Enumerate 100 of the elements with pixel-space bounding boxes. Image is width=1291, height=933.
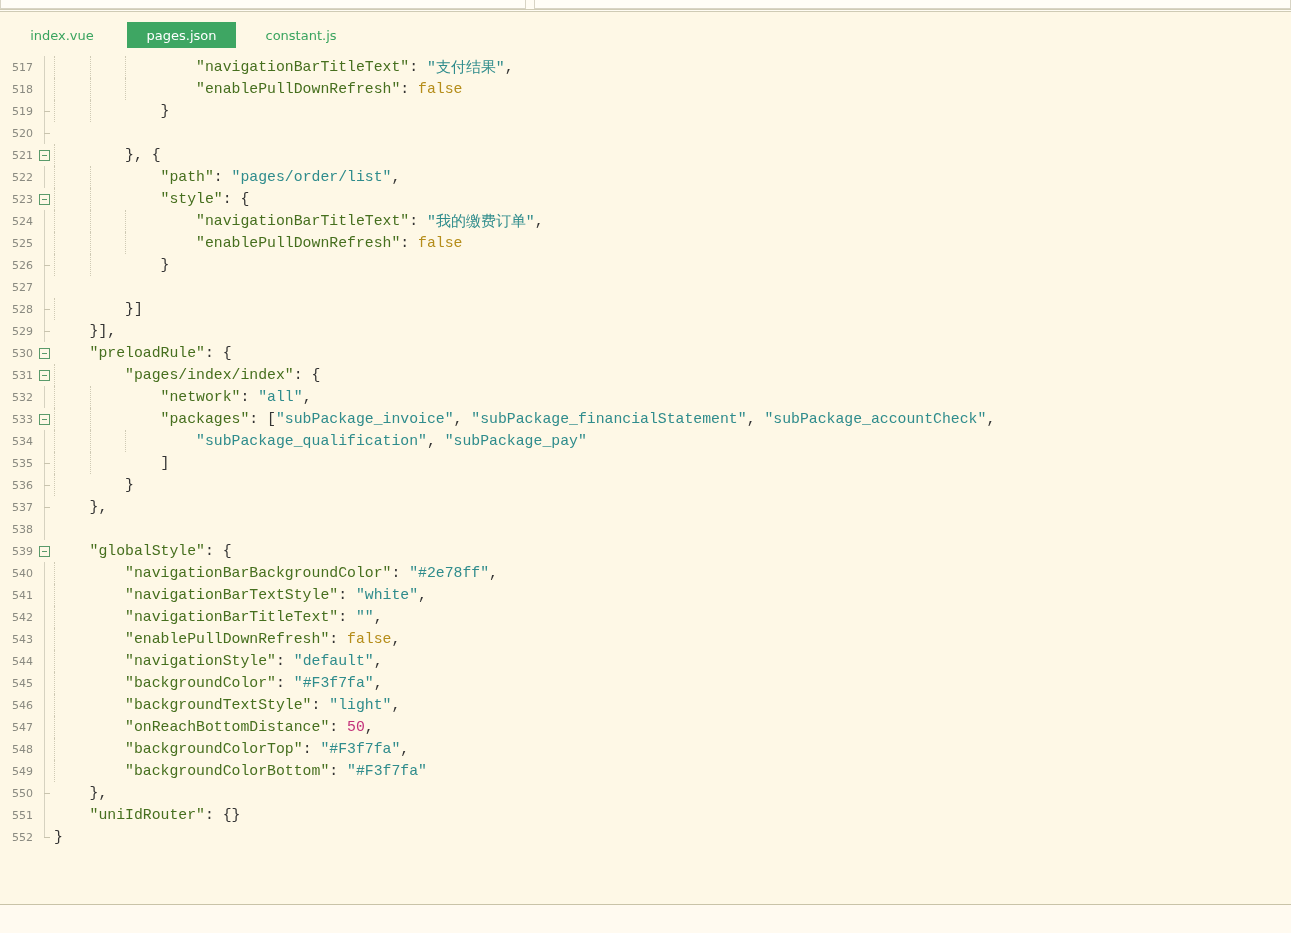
json-punctuation: : <box>329 763 340 779</box>
line-number: 523 <box>11 192 33 206</box>
json-string: "#F3f7fa" <box>293 675 374 691</box>
line-number: 517 <box>11 60 33 74</box>
line-number: 521 <box>11 148 33 162</box>
line-number: 550 <box>11 786 33 800</box>
json-punctuation: , <box>364 719 374 735</box>
line-number: 526 <box>11 258 33 272</box>
json-key: "navigationBarTextStyle" <box>125 587 339 603</box>
json-punctuation: , <box>373 609 383 625</box>
line-number: 534 <box>11 434 33 448</box>
line-number: 535 <box>11 456 33 470</box>
json-punctuation: , <box>391 697 401 713</box>
line-number: 520 <box>11 126 33 140</box>
json-string: "我的缴费订单" <box>426 212 535 231</box>
json-key: "enablePullDownRefresh" <box>196 81 401 97</box>
file-tab[interactable]: pages.json <box>127 22 236 48</box>
json-punctuation: , <box>418 587 427 603</box>
json-string: "" <box>355 609 374 625</box>
json-punctuation: : { <box>293 367 321 383</box>
collapse-icon[interactable] <box>39 193 50 205</box>
json-string: "#F3f7fa" <box>320 741 401 757</box>
line-number: 529 <box>11 324 33 338</box>
json-punctuation: : { <box>204 345 232 361</box>
search-field[interactable] <box>534 0 1291 9</box>
json-punctuation: ] <box>160 455 170 471</box>
json-punctuation: : <box>276 675 286 691</box>
json-key: "globalStyle" <box>89 543 205 559</box>
json-key: "enablePullDownRefresh" <box>196 235 401 251</box>
json-punctuation: , <box>426 433 437 449</box>
line-number: 532 <box>11 390 33 404</box>
line-number: 537 <box>11 500 33 514</box>
line-number: 518 <box>11 82 33 96</box>
json-string: "subPackage_financialStatement" <box>471 411 747 427</box>
line-number: 552 <box>11 830 33 844</box>
collapse-icon[interactable] <box>39 347 50 359</box>
json-punctuation: , <box>986 411 996 427</box>
json-key: "pages/index/index" <box>125 367 294 383</box>
line-number: 519 <box>11 104 33 118</box>
json-punctuation: : <box>276 653 286 669</box>
line-number: 551 <box>11 808 33 822</box>
json-key: "navigationBarBackgroundColor" <box>125 565 392 581</box>
json-punctuation: } <box>54 829 63 845</box>
line-number: 547 <box>11 720 33 734</box>
json-boolean: false <box>418 235 463 251</box>
json-punctuation: : { <box>222 191 250 207</box>
json-string: "all" <box>258 389 303 405</box>
json-punctuation: } <box>160 257 170 273</box>
collapse-icon[interactable] <box>39 413 50 425</box>
json-string: "light" <box>329 697 392 713</box>
json-punctuation: : <box>338 587 349 603</box>
json-string: "#F3f7fa" <box>347 763 427 779</box>
json-number: 50 <box>347 719 365 735</box>
json-punctuation: , <box>746 411 757 427</box>
json-string: "subPackage_pay" <box>444 433 587 449</box>
json-punctuation: , <box>400 741 410 757</box>
line-number: 536 <box>11 478 33 492</box>
json-punctuation: : <box>338 609 349 625</box>
json-key: "onReachBottomDistance" <box>125 719 330 735</box>
collapse-icon[interactable] <box>39 545 50 557</box>
json-punctuation: , <box>534 213 544 229</box>
json-punctuation: : <box>213 169 224 185</box>
json-key: "network" <box>160 389 241 405</box>
file-tab[interactable]: index.vue <box>14 22 110 48</box>
json-boolean: false <box>418 81 463 97</box>
json-punctuation: } <box>125 477 134 493</box>
line-number: 524 <box>11 214 33 228</box>
json-punctuation: , <box>391 631 401 647</box>
json-punctuation: , <box>373 653 383 669</box>
line-number: 544 <box>11 654 33 668</box>
collapse-icon[interactable] <box>39 369 50 381</box>
line-number: 543 <box>11 632 33 646</box>
json-string: "default" <box>293 653 374 669</box>
json-string: "white" <box>355 587 419 603</box>
json-punctuation: , <box>504 59 514 75</box>
json-key: "backgroundTextStyle" <box>125 697 312 713</box>
line-number: 533 <box>11 412 33 426</box>
line-number: 530 <box>11 346 33 360</box>
json-key: "backgroundColorBottom" <box>125 763 330 779</box>
json-boolean: false <box>347 631 392 647</box>
json-punctuation: : <box>409 59 420 75</box>
json-punctuation: , <box>453 411 464 427</box>
collapse-icon[interactable] <box>39 149 50 161</box>
json-string: "#2e78ff" <box>409 565 490 581</box>
json-punctuation: : <box>329 631 340 647</box>
line-number: 539 <box>11 544 33 558</box>
json-string: "支付结果" <box>426 58 505 77</box>
line-number: 545 <box>11 676 33 690</box>
json-punctuation: , <box>302 389 312 405</box>
line-number: 548 <box>11 742 33 756</box>
file-tab[interactable]: constant.js <box>253 22 349 48</box>
json-key: "backgroundColor" <box>125 675 276 691</box>
json-punctuation: : <box>409 213 420 229</box>
json-punctuation: : <box>240 389 251 405</box>
json-punctuation: : <box>311 697 322 713</box>
json-punctuation: : <box>329 719 340 735</box>
json-key: "style" <box>160 191 223 207</box>
line-number: 527 <box>11 280 33 294</box>
json-punctuation: : <box>391 565 402 581</box>
json-key: "navigationBarTitleText" <box>196 213 410 229</box>
